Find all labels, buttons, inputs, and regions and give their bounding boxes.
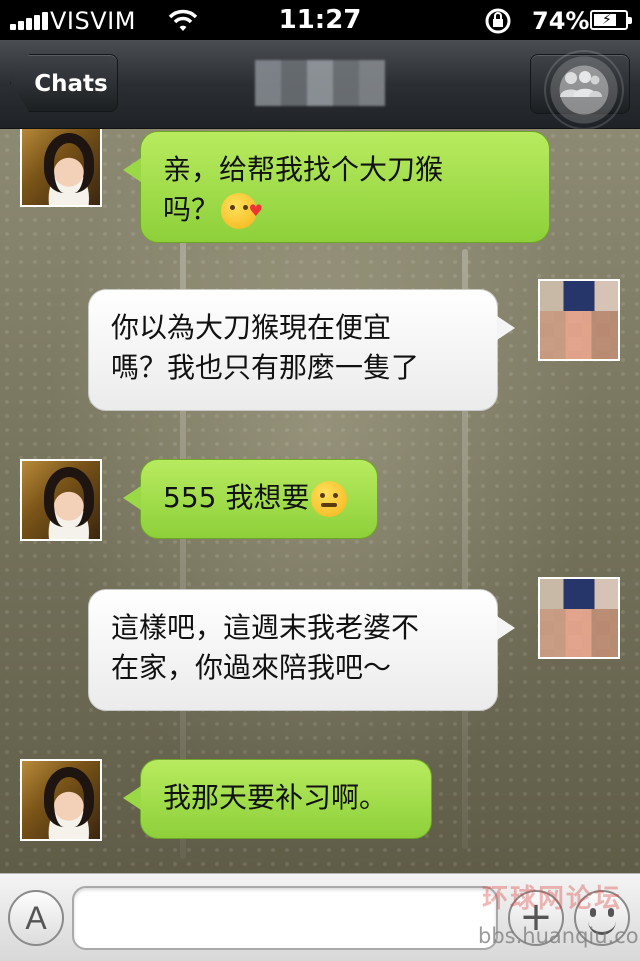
chat-area[interactable]: 亲，给帮我找个大刀猴 吗？ 你以為大刀猴現在便宜 嗎？我也只有那麼一隻了 555… <box>0 129 640 873</box>
message-text: 嗎？我也只有那麼一隻了 <box>111 351 420 384</box>
input-bar: A + 环球网论坛 bbs.huanqiu.com <box>0 873 640 961</box>
my-avatar[interactable] <box>538 577 620 659</box>
contact-avatar[interactable] <box>20 759 102 841</box>
assistive-touch-icon[interactable] <box>544 50 624 130</box>
kissing-face-emoji-icon <box>221 191 263 231</box>
status-bar: VISVIM 11:27 74% ⚡ <box>0 0 640 40</box>
battery-charging-icon: ⚡ <box>590 10 632 30</box>
message-text: 我那天要补习啊。 <box>163 781 388 814</box>
message-input[interactable] <box>72 886 498 950</box>
contact-avatar[interactable] <box>20 129 102 207</box>
message-bubble-received[interactable]: 亲，给帮我找个大刀猴 吗？ <box>123 131 550 243</box>
message-bubble-sent[interactable]: 這樣吧，這週末我老婆不 在家，你過來陪我吧～ <box>88 589 515 711</box>
back-button[interactable]: Chats <box>10 54 118 112</box>
message-bubble-sent[interactable]: 你以為大刀猴現在便宜 嗎？我也只有那麼一隻了 <box>88 289 515 411</box>
message-text: 在家，你過來陪我吧～ <box>111 651 392 684</box>
contact-name-pixelated <box>255 60 385 106</box>
voice-toggle-button[interactable]: A <box>8 890 64 946</box>
message-text: 555 我想要 <box>163 481 310 514</box>
battery-percent: 74% <box>532 7 590 35</box>
confounded-face-emoji-icon <box>311 481 348 517</box>
message-text: 這樣吧，這週末我老婆不 <box>111 611 420 644</box>
message-text: 亲，给帮我找个大刀猴 <box>163 153 444 186</box>
message-text: 你以為大刀猴現在便宜 <box>111 311 392 344</box>
rotation-lock-icon <box>483 8 513 38</box>
contact-avatar[interactable] <box>20 459 102 541</box>
watermark-logo: 环球网论坛 <box>482 884 623 914</box>
message-text: 吗？ <box>163 193 220 226</box>
message-text-line: 吗？ <box>163 190 527 231</box>
nav-bar: Chats <box>0 40 640 130</box>
watermark-url: bbs.huanqiu.com <box>478 924 640 948</box>
message-bubble-received[interactable]: 555 我想要 <box>123 459 378 539</box>
bolt-icon: ⚡ <box>602 12 612 28</box>
my-avatar[interactable] <box>538 279 620 361</box>
message-bubble-received[interactable]: 我那天要补习啊。 <box>123 759 432 839</box>
